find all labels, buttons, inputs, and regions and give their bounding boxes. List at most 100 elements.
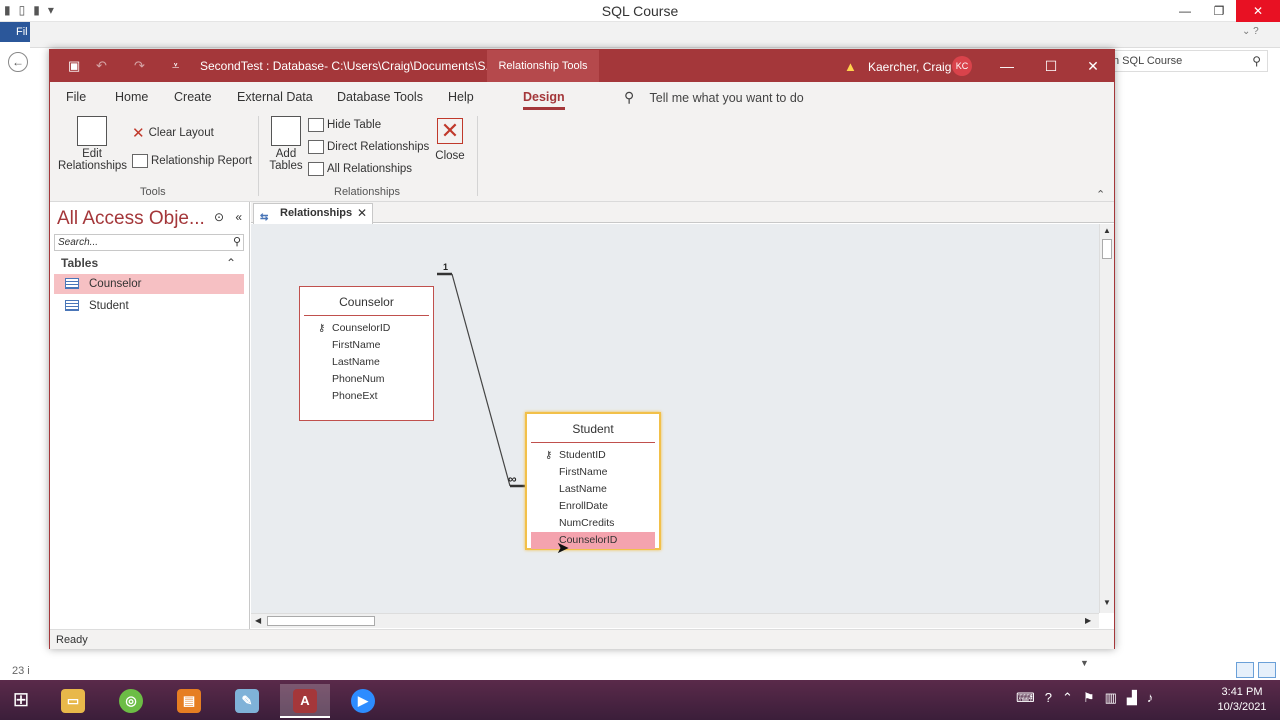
table-field-phoneext[interactable]: PhoneExt xyxy=(300,388,433,405)
scroll-down-icon[interactable]: ▼ xyxy=(1080,658,1089,668)
vertical-scrollbar[interactable]: ▲ ▼ xyxy=(1099,224,1114,613)
tell-me-box[interactable]: ⚲ Tell me what you want to do xyxy=(624,89,804,106)
restore-icon[interactable]: ❐ xyxy=(1202,0,1236,22)
chevron-up-icon[interactable]: ⌃ xyxy=(226,254,236,272)
undo-icon[interactable]: ↶ xyxy=(96,58,107,74)
table-field-lastname[interactable]: LastName xyxy=(527,481,659,498)
table-field-studentid[interactable]: ⚷ StudentID xyxy=(527,447,659,464)
tab-create[interactable]: Create xyxy=(174,90,212,104)
edit-relationships-button[interactable]: Edit Relationships xyxy=(58,116,128,172)
layout-view-icon[interactable] xyxy=(1258,662,1276,678)
all-relationships-button[interactable]: All Relationships xyxy=(308,162,412,176)
horizontal-scrollbar[interactable]: ◀ ▶ xyxy=(251,613,1099,628)
nav-menu-icon[interactable]: ⊙ xyxy=(214,210,224,224)
access-icon: A xyxy=(293,689,317,713)
system-tray: ⌨ ? ⌃ ⚑ ▥ ▟ ♪ xyxy=(1016,690,1153,706)
nav-item-counselor[interactable]: Counselor xyxy=(54,274,244,294)
horizontal-scroll-thumb[interactable] xyxy=(267,616,375,626)
table-field-lastname[interactable]: LastName xyxy=(300,354,433,371)
scroll-left-icon[interactable]: ◀ xyxy=(255,616,261,625)
direct-relationships-icon xyxy=(308,140,324,154)
redo-icon[interactable]: ↷ xyxy=(134,58,145,74)
hide-table-button[interactable]: Hide Table xyxy=(308,118,381,132)
scroll-right-icon[interactable]: ▶ xyxy=(1085,616,1091,625)
nav-search-input[interactable]: Search... ⚲ xyxy=(54,234,244,251)
nav-section-tables[interactable]: Tables ⌃ xyxy=(54,254,244,272)
relationships-canvas[interactable]: 1 ∞ Counselor ⚷ CounselorID FirstName La… xyxy=(251,224,1099,613)
search-icon[interactable]: ⚲ xyxy=(1252,51,1261,71)
background-file-tab[interactable]: Fil xyxy=(0,22,30,42)
user-name[interactable]: Kaercher, Craig xyxy=(868,60,951,74)
tab-external-data[interactable]: External Data xyxy=(237,90,313,104)
close-label: Close xyxy=(435,150,465,162)
signal-icon[interactable]: ▟ xyxy=(1127,690,1137,706)
field-label: StudentID xyxy=(559,449,606,461)
keyboard-icon[interactable]: ⌨ xyxy=(1016,690,1035,706)
tab-help[interactable]: Help xyxy=(448,90,474,104)
avatar[interactable]: KC xyxy=(952,56,972,76)
background-search-field[interactable]: n SQL Course ⚲ xyxy=(1108,50,1268,72)
flag-icon[interactable]: ⚑ xyxy=(1083,690,1095,706)
minimize-icon[interactable]: — xyxy=(1168,0,1202,22)
taskbar-notes[interactable]: ▤ xyxy=(164,684,214,718)
clear-layout-label: Clear Layout xyxy=(148,127,214,139)
relationship-line[interactable] xyxy=(451,273,511,487)
minimize-icon[interactable]: — xyxy=(985,50,1029,82)
volume-icon[interactable]: ♪ xyxy=(1147,690,1154,706)
scroll-down-icon[interactable]: ▼ xyxy=(1103,598,1111,607)
tab-file[interactable]: File xyxy=(66,90,86,104)
counselor-table-box[interactable]: Counselor ⚷ CounselorID FirstName LastNa… xyxy=(299,286,434,421)
nav-item-student[interactable]: Student xyxy=(54,296,244,316)
close-icon[interactable]: ✕ xyxy=(1071,50,1115,82)
table-field-firstname[interactable]: FirstName xyxy=(300,337,433,354)
nav-title[interactable]: All Access Obje... xyxy=(57,208,205,230)
close-icon[interactable]: ✕ xyxy=(1236,0,1280,22)
edit-relationships-label: Relationships xyxy=(58,160,128,172)
chevron-down-icon[interactable]: ⌄ ? xyxy=(1242,26,1259,37)
tab-home[interactable]: Home xyxy=(115,90,148,104)
network-icon[interactable]: ▥ xyxy=(1105,690,1117,706)
normal-view-icon[interactable] xyxy=(1236,662,1254,678)
taskbar-explorer[interactable]: ▭ xyxy=(48,684,98,718)
back-arrow-icon[interactable]: ← xyxy=(8,52,28,72)
tab-design[interactable]: Design xyxy=(523,90,565,110)
chevron-up-icon[interactable]: ⌃ xyxy=(1062,690,1073,706)
table-field-counselorid[interactable]: CounselorID xyxy=(531,532,655,549)
collapse-ribbon-icon[interactable]: ⌃ xyxy=(1096,188,1105,201)
table-field-phonenum[interactable]: PhoneNum xyxy=(300,371,433,388)
notes-icon: ▤ xyxy=(177,689,201,713)
direct-relationships-button[interactable]: Direct Relationships xyxy=(308,140,429,154)
table-field-counselorid[interactable]: ⚷ CounselorID xyxy=(300,320,433,337)
taskbar-editor[interactable]: ✎ xyxy=(222,684,272,718)
taskbar-clock[interactable]: 3:41 PM 10/3/2021 xyxy=(1214,685,1270,715)
table-field-enrolldate[interactable]: EnrollDate xyxy=(527,498,659,515)
customize-qat-icon[interactable]: ⩡ xyxy=(172,58,179,74)
maximize-icon[interactable]: ☐ xyxy=(1029,50,1073,82)
save-icon[interactable]: ▣ xyxy=(68,58,80,74)
vertical-scroll-thumb[interactable] xyxy=(1102,239,1112,259)
close-tab-icon[interactable]: ✕ xyxy=(357,204,367,222)
relationship-report-button[interactable]: Relationship Report xyxy=(132,154,252,168)
taskbar: ⊞ ▭ ◎ ▤ ✎ A ▶ ⌨ ? ⌃ ⚑ ▥ ▟ ♪ 3:41 PM 10/3… xyxy=(0,680,1280,720)
tell-me-text: Tell me what you want to do xyxy=(649,91,804,105)
table-field-firstname[interactable]: FirstName xyxy=(527,464,659,481)
student-table-box[interactable]: Student ⚷ StudentID FirstName LastName E… xyxy=(525,412,661,550)
add-tables-button[interactable]: Add Tables xyxy=(266,116,306,172)
taskbar-zoom[interactable]: ▶ xyxy=(338,684,388,718)
tab-database-tools[interactable]: Database Tools xyxy=(337,90,423,104)
scroll-up-icon[interactable]: ▲ xyxy=(1103,226,1111,235)
clock-time: 3:41 PM xyxy=(1221,686,1263,698)
warning-icon[interactable]: ▲ xyxy=(844,59,857,74)
taskbar-access[interactable]: A xyxy=(280,684,330,718)
tab-relationships[interactable]: ⇆ Relationships ✕ xyxy=(253,203,373,224)
ribbon-separator xyxy=(477,116,478,196)
close-relationships-button[interactable]: ✕ Close xyxy=(432,118,468,162)
search-icon[interactable]: ⚲ xyxy=(233,235,241,250)
shutter-bar-icon[interactable]: « xyxy=(235,210,242,224)
taskbar-app-green[interactable]: ◎ xyxy=(106,684,156,718)
windows-start-icon[interactable]: ⊞ xyxy=(6,688,36,712)
clear-layout-button[interactable]: ✕ Clear Layout xyxy=(132,124,214,142)
background-window-title: SQL Course xyxy=(601,3,679,19)
table-field-numcredits[interactable]: NumCredits xyxy=(527,515,659,532)
help-icon[interactable]: ? xyxy=(1045,690,1052,706)
